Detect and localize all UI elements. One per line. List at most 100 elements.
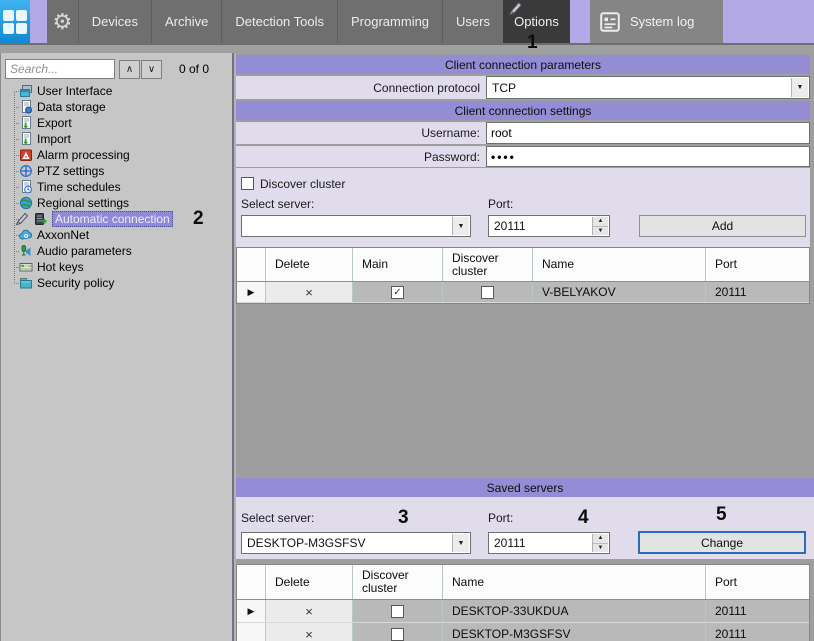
port-stepper[interactable]: 20111 ▲ ▼ <box>488 215 610 237</box>
search-prev-button[interactable]: ∧ <box>119 60 140 79</box>
row-selector[interactable]: ▶ <box>237 282 266 302</box>
step-annotation-4: 4 <box>578 507 589 529</box>
menu-item-users[interactable]: Users <box>442 0 503 43</box>
ptz-settings-icon <box>19 164 33 178</box>
password-label: Password: <box>236 146 486 167</box>
saved-servers-table: DeleteDiscover clusterNamePort▶×DESKTOP-… <box>236 564 810 641</box>
spinner-up-icon[interactable]: ▲ <box>593 534 608 544</box>
sidebar-item-label: Regional settings <box>37 196 129 210</box>
row-selector[interactable]: ▶ <box>237 600 266 622</box>
column-header-discover-cluster: Discover cluster <box>353 565 443 599</box>
delete-button[interactable]: × <box>266 623 353 641</box>
port-cell: 20111 <box>706 282 809 302</box>
chevron-down-icon[interactable]: ▼ <box>791 78 808 97</box>
discover-cluster-checkbox[interactable] <box>443 282 533 302</box>
automatic-connection-icon <box>33 212 47 226</box>
delete-button[interactable]: × <box>266 600 353 622</box>
column-header-selector <box>237 565 266 599</box>
search-next-button[interactable]: ∨ <box>141 60 162 79</box>
system-log-icon <box>599 11 621 33</box>
discover-cluster-checkbox[interactable] <box>353 623 443 641</box>
sidebar-item-user-interface[interactable]: User Interface <box>0 83 232 99</box>
sidebar-item-hot-keys[interactable]: Hot keys <box>0 259 232 275</box>
sidebar-item-label: Automatic connection <box>52 211 173 227</box>
toolbar-gap <box>570 0 590 43</box>
audio-parameters-icon <box>19 244 33 258</box>
column-header-name: Name <box>443 565 706 599</box>
sidebar-item-audio-parameters[interactable]: Audio parameters <box>0 243 232 259</box>
menu-item-detection-tools[interactable]: Detection Tools <box>221 0 337 43</box>
toolbar-accent-strip <box>30 0 47 43</box>
axxonnet-icon <box>19 228 33 242</box>
sidebar-item-security-policy[interactable]: Security policy <box>0 275 232 291</box>
search-match-count: 0 of 0 <box>163 59 225 79</box>
import-icon <box>19 132 33 146</box>
time-schedules-icon <box>19 180 33 194</box>
column-header-port: Port <box>706 248 809 281</box>
spinner-up-icon[interactable]: ▲ <box>593 217 608 227</box>
username-field[interactable] <box>486 122 810 144</box>
saved-select-server-label: Select server: <box>241 511 314 525</box>
port-label: Port: <box>488 197 513 211</box>
saved-port-stepper[interactable]: 20111 ▲ ▼ <box>488 532 610 554</box>
sidebar-item-export[interactable]: Export <box>0 115 232 131</box>
settings-tree: User InterfaceData storageExportImport Al… <box>0 83 232 291</box>
discover-cluster-checkbox[interactable] <box>241 177 254 190</box>
menu-item-devices[interactable]: Devices <box>78 0 151 43</box>
spinner-down-icon[interactable]: ▼ <box>593 227 608 236</box>
column-header-delete: Delete <box>266 565 353 599</box>
edit-pencil-icon <box>15 212 29 226</box>
sidebar-item-time-schedules[interactable]: Time schedules <box>0 179 232 195</box>
change-button[interactable]: Change <box>638 531 806 554</box>
saved-port-label: Port: <box>488 511 513 525</box>
user-interface-icon <box>19 84 33 98</box>
username-label: Username: <box>236 122 486 144</box>
table-row[interactable]: ×DESKTOP-M3GSFSV20111 <box>237 623 809 641</box>
delete-button[interactable]: × <box>266 282 353 302</box>
table-row[interactable]: ▶×DESKTOP-33UKDUA20111 <box>237 600 809 623</box>
sidebar-item-data-storage[interactable]: Data storage <box>0 99 232 115</box>
settings-gear-icon[interactable]: ⚙ <box>47 0 78 43</box>
sidebar-item-alarm-processing[interactable]: Alarm processing <box>0 147 232 163</box>
server-name-cell: DESKTOP-33UKDUA <box>443 600 706 622</box>
main-checkbox[interactable]: ✓ <box>353 282 443 302</box>
column-header-delete: Delete <box>266 248 353 281</box>
chevron-down-icon[interactable]: ▼ <box>452 217 469 235</box>
data-storage-icon <box>19 100 33 114</box>
sidebar-item-ptz-settings[interactable]: PTZ settings <box>0 163 232 179</box>
connection-protocol-value: TCP <box>492 81 516 95</box>
app-logo[interactable] <box>0 0 30 43</box>
step-annotation-2: 2 <box>193 208 204 230</box>
saved-select-server-dropdown[interactable]: DESKTOP-M3GSFSV ▼ <box>241 532 471 554</box>
servers-table: DeleteMainDiscover clusterNamePort▶×✓V-B… <box>236 247 810 304</box>
discover-cluster-label: Discover cluster <box>260 177 345 191</box>
chevron-down-icon[interactable]: ▼ <box>452 534 469 552</box>
menu-item-programming[interactable]: Programming <box>337 0 442 43</box>
alarm-processing-icon <box>19 148 33 162</box>
spinner-buttons[interactable]: ▲ ▼ <box>592 217 608 235</box>
select-server-dropdown[interactable]: ▼ <box>241 215 471 237</box>
table-row[interactable]: ▶×✓ V-BELYAKOV20111 <box>237 282 809 303</box>
connection-protocol-select[interactable]: TCP ▼ <box>486 76 810 99</box>
search-input[interactable] <box>5 59 115 79</box>
section-header-saved-servers: Saved servers <box>236 478 814 497</box>
password-field[interactable] <box>486 146 810 167</box>
server-name-cell: V-BELYAKOV <box>533 282 706 302</box>
server-name-cell: DESKTOP-M3GSFSV <box>443 623 706 641</box>
add-button[interactable]: Add <box>639 215 806 237</box>
sidebar-item-import[interactable]: Import <box>0 131 232 147</box>
spinner-buttons[interactable]: ▲ ▼ <box>592 534 608 552</box>
select-server-label: Select server: <box>241 197 314 211</box>
security-policy-icon <box>19 276 33 290</box>
row-selector[interactable] <box>237 623 266 641</box>
discover-cluster-checkbox[interactable] <box>353 600 443 622</box>
connection-protocol-label: Connection protocol <box>236 76 486 99</box>
sidebar-item-label: Audio parameters <box>37 244 132 258</box>
sidebar-item-label: Alarm processing <box>37 148 130 162</box>
system-log-button[interactable]: System log <box>590 0 723 43</box>
saved-port-value: 20111 <box>494 536 526 550</box>
menu-item-archive[interactable]: Archive <box>151 0 221 43</box>
sidebar-item-label: Import <box>37 132 71 146</box>
spinner-down-icon[interactable]: ▼ <box>593 544 608 553</box>
step-annotation-5: 5 <box>716 504 727 526</box>
